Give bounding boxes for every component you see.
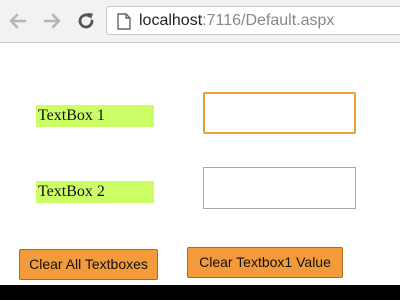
forward-button[interactable] (40, 9, 64, 33)
url-path: :7116/Default.aspx (202, 12, 335, 29)
url-host: localhost (139, 12, 203, 29)
forward-arrow-icon (42, 11, 62, 31)
bottom-edge-bar (0, 285, 400, 300)
textbox1-label: TextBox 1 (36, 105, 154, 127)
reload-icon (76, 11, 96, 31)
clear-all-textboxes-button[interactable]: Clear All Textboxes (19, 249, 158, 280)
back-button[interactable] (6, 9, 30, 33)
browser-toolbar: localhost:7116/Default.aspx (0, 0, 400, 43)
address-bar[interactable]: localhost:7116/Default.aspx (106, 6, 400, 35)
url-text: localhost:7116/Default.aspx (139, 10, 334, 32)
textbox2-input[interactable] (203, 167, 356, 209)
clear-textbox1-value-button[interactable]: Clear Textbox1 Value (187, 247, 343, 278)
back-arrow-icon (8, 11, 28, 31)
textbox2-label: TextBox 2 (36, 181, 154, 203)
page-icon (117, 13, 131, 35)
reload-button[interactable] (74, 9, 98, 33)
textbox1-input[interactable] (203, 92, 356, 134)
